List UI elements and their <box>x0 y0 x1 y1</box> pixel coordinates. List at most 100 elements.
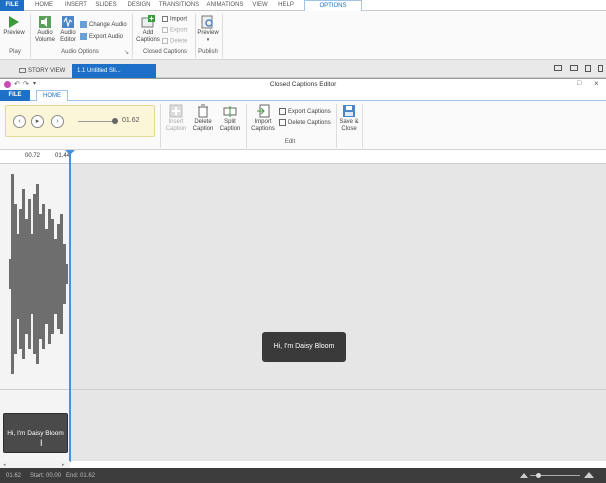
zoom-slider-handle[interactable] <box>536 473 541 478</box>
close-icon[interactable]: × <box>594 79 599 88</box>
import-icon <box>162 16 168 22</box>
editor-ribbon: ‹ ▸ › 01.62 Insert Caption Delete Captio… <box>0 101 606 150</box>
dialog-launcher-icon[interactable]: ↘ <box>124 49 129 56</box>
play-button[interactable]: ▸ <box>31 115 44 128</box>
audio-waveform-track[interactable] <box>0 164 70 389</box>
split-caption-label: Split Caption <box>219 119 241 132</box>
status-end: End: 01.62 <box>66 473 96 479</box>
audio-volume-label: Audio Volume <box>34 30 55 43</box>
delete-captions-label: Delete Captions <box>288 120 331 127</box>
closed-captions-editor-window: ↶ ↷ ▾ Closed Captions Editor □ × FILE HO… <box>0 78 606 483</box>
export-audio-label: Export Audio <box>89 34 124 41</box>
split-caption-button[interactable]: Split Caption <box>218 104 242 132</box>
import-captions-button[interactable]: Import <box>162 16 187 23</box>
delete-caption-label: Delete Caption <box>192 119 214 132</box>
playback-time: 01.62 <box>122 117 140 124</box>
add-captions-icon <box>141 15 155 28</box>
publish-preview-label: Preview <box>197 30 219 36</box>
playhead-handle-icon[interactable] <box>65 150 75 155</box>
caption-preview-bubble: Hi, I'm Daisy Bloom <box>262 332 346 362</box>
tab-slides[interactable]: SLIDES <box>94 0 118 11</box>
timeline-scrollbar[interactable]: ◂ ▸ <box>0 461 70 468</box>
export-captions-button[interactable]: Export <box>162 27 187 34</box>
ribbon: Preview Play Audio Volume Audio Editor C… <box>0 11 606 60</box>
insert-caption-label: Insert Caption <box>165 119 187 132</box>
export-captions-icon <box>279 108 286 115</box>
audio-player: ‹ ▸ › 01.62 <box>5 105 155 137</box>
import-captions-icon <box>257 104 270 118</box>
play-icon <box>9 16 19 28</box>
group-audio-options-label: Audio Options <box>61 49 99 55</box>
ribbon-tab-bar: FILE HOME INSERT SLIDES DESIGN TRANSITIO… <box>0 0 606 12</box>
group-play-label: Play <box>9 49 21 55</box>
chevron-down-icon: ▾ <box>206 36 210 43</box>
tab-design[interactable]: DESIGN <box>124 0 154 11</box>
save-close-label: Save & Close <box>339 119 359 132</box>
editor-title: Closed Captions Editor <box>269 81 337 88</box>
fit-view-icon[interactable] <box>598 65 603 72</box>
slide-tab[interactable]: 1.1 Untitled Sli... <box>72 64 156 78</box>
playback-slider-handle[interactable] <box>112 118 118 124</box>
audio-volume-button[interactable]: Audio Volume <box>33 15 57 43</box>
audio-waveform <box>9 174 68 374</box>
zoom-in-icon[interactable] <box>584 472 594 478</box>
tab-view[interactable]: VIEW <box>250 0 270 11</box>
status-start: Start: 00.00 <box>30 473 62 479</box>
add-captions-button[interactable]: Add Captions <box>136 15 160 43</box>
save-close-button[interactable]: Save & Close <box>338 104 360 132</box>
zoom-out-icon[interactable] <box>520 473 528 478</box>
change-audio-button[interactable]: Change Audio <box>80 21 127 28</box>
export-audio-button[interactable]: Export Audio <box>80 33 123 40</box>
split-icon <box>223 106 237 117</box>
publish-preview-button[interactable]: Preview ▾ <box>197 15 219 43</box>
editor-tab-file[interactable]: FILE <box>0 90 30 101</box>
status-bar: 01.62 Start: 00.00 End: 01.62 <box>0 468 606 483</box>
audio-editor-icon <box>62 16 74 28</box>
caption-track <box>70 389 606 461</box>
caption-clip-text: Hi, I'm Daisy Bloom <box>7 430 64 437</box>
text-cursor-icon: I <box>40 438 43 448</box>
tab-home[interactable]: HOME <box>32 0 56 11</box>
export-label: Export <box>170 27 188 34</box>
forward-icon[interactable]: › <box>51 115 64 128</box>
group-edit-label: Edit <box>284 139 296 145</box>
playhead[interactable] <box>69 150 71 462</box>
divider <box>336 104 337 148</box>
normal-view-icon[interactable] <box>554 65 562 71</box>
delete-captions-button[interactable]: Delete <box>162 38 187 45</box>
group-closed-captions-label: Closed Captions <box>142 49 188 55</box>
save-icon <box>343 105 355 117</box>
story-view-tab[interactable]: STORY VIEW <box>14 64 70 78</box>
import-captions-editor-button[interactable]: Import Captions <box>249 104 277 132</box>
delete-captions-editor-button[interactable]: Delete Captions <box>279 119 331 126</box>
tab-transitions[interactable]: TRANSITIONS <box>158 0 200 11</box>
timeline-ruler[interactable]: 00.72 01.44 <box>0 150 606 164</box>
delete-captions-icon <box>279 119 286 126</box>
export-captions-editor-button[interactable]: Export Captions <box>279 108 331 115</box>
insert-caption-icon <box>169 104 183 118</box>
maximize-icon[interactable]: □ <box>577 80 581 87</box>
delete-caption-button[interactable]: Delete Caption <box>191 104 215 132</box>
rewind-icon[interactable]: ‹ <box>13 115 26 128</box>
tab-animations[interactable]: ANIMATIONS <box>204 0 246 11</box>
slide-view-icon[interactable] <box>570 65 578 71</box>
divider <box>362 104 363 148</box>
tab-help[interactable]: HELP <box>276 0 296 11</box>
status-position: 01.62 <box>6 473 22 479</box>
divider <box>160 104 161 148</box>
export-captions-label: Export Captions <box>288 109 331 116</box>
slide-sorter-icon[interactable] <box>585 65 591 72</box>
editor-tab-bar: FILE HOME <box>0 90 606 102</box>
caption-clip[interactable]: Hi, I'm Daisy Bloom <box>3 413 68 453</box>
import-captions-label: Import Captions <box>251 119 275 132</box>
audio-editor-button[interactable]: Audio Editor <box>58 15 78 43</box>
speaker-icon <box>39 16 51 28</box>
change-audio-label: Change Audio <box>89 22 127 29</box>
insert-caption-button[interactable]: Insert Caption <box>163 104 189 132</box>
tab-insert[interactable]: INSERT <box>62 0 90 11</box>
preview-play-button[interactable]: Preview <box>3 15 25 37</box>
delete-icon <box>162 38 168 44</box>
preview-icon <box>201 15 213 29</box>
playback-slider-track[interactable] <box>78 121 114 122</box>
tab-file[interactable]: FILE <box>0 0 24 11</box>
